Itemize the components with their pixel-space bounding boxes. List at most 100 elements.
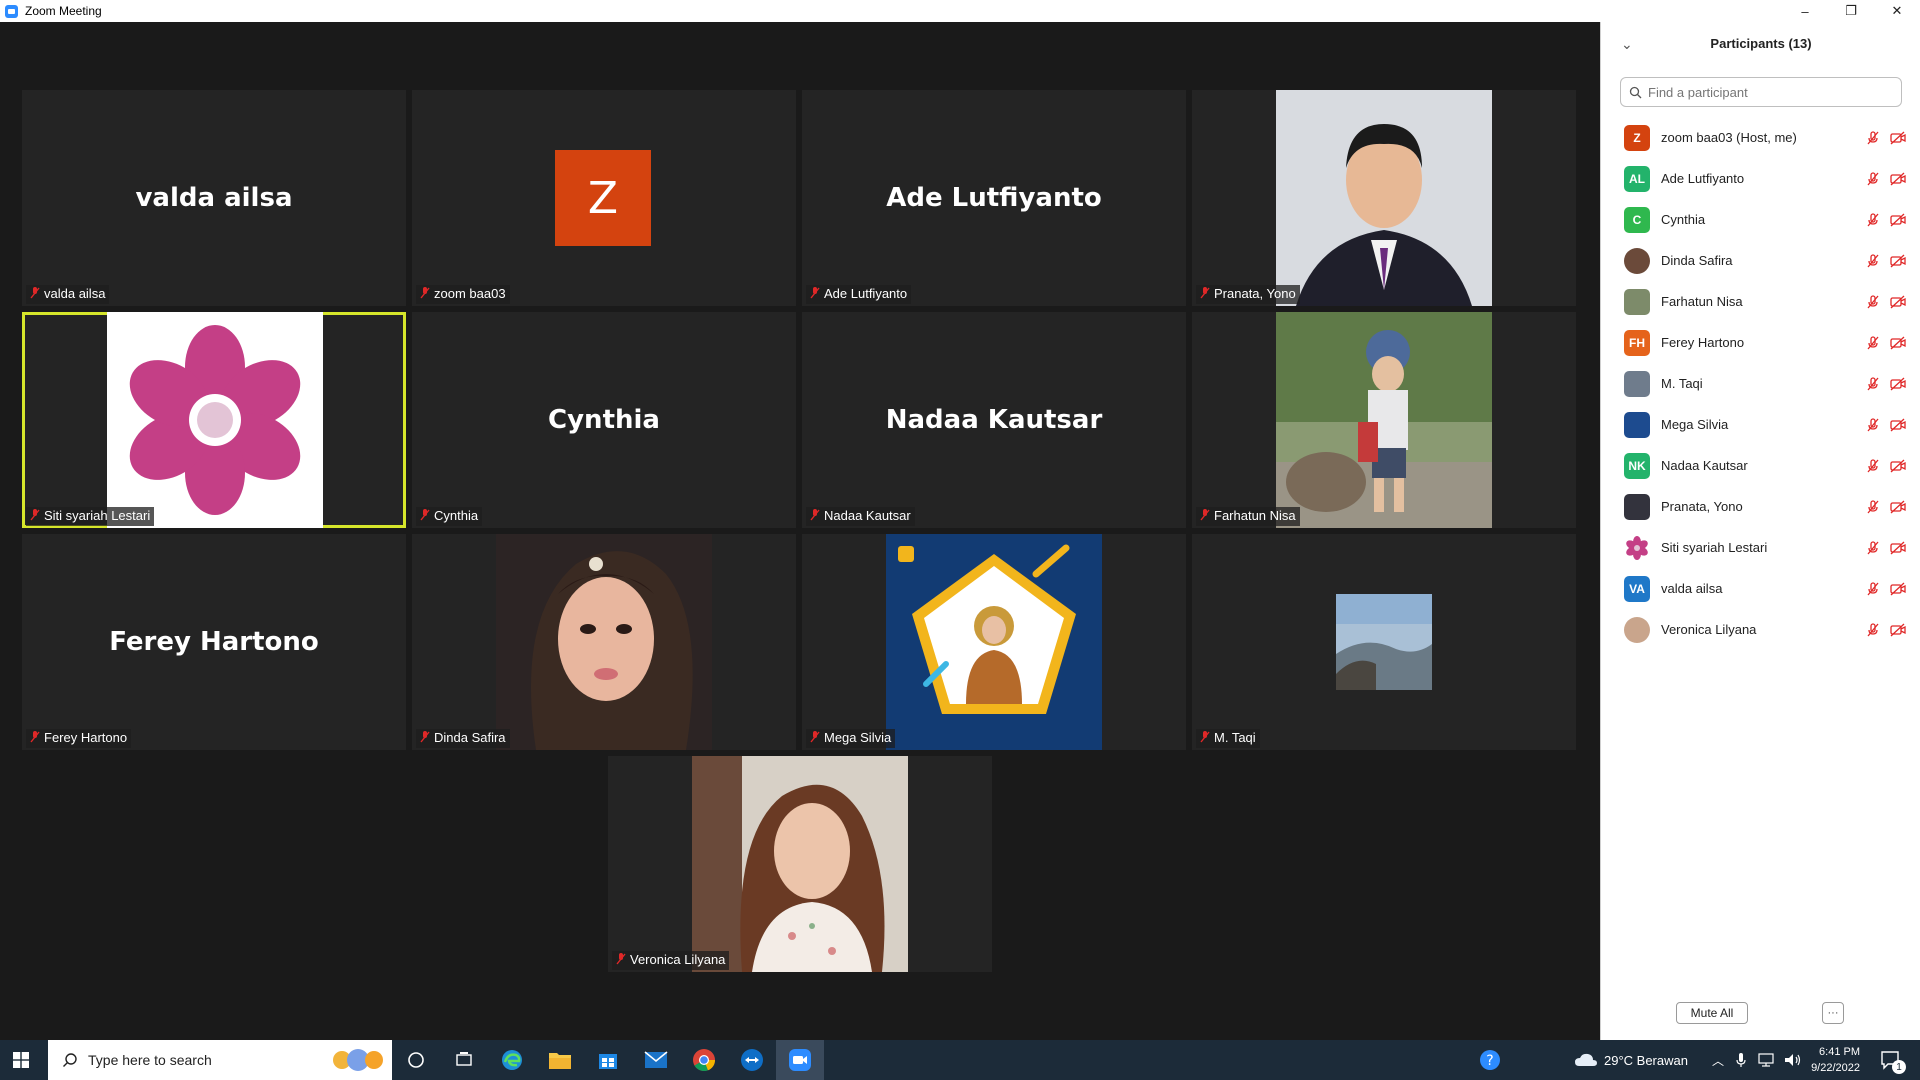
video-tile[interactable]: Z zoom baa03 — [412, 90, 796, 306]
panel-footer: Mute All ··· — [1601, 1002, 1920, 1040]
video-tile[interactable]: Mega Silvia — [802, 534, 1186, 750]
muted-mic-icon — [1200, 509, 1210, 521]
more-options-button[interactable]: ··· — [1822, 1002, 1844, 1024]
participant-name: Cynthia — [1661, 212, 1706, 227]
video-off-icon[interactable] — [1889, 335, 1907, 351]
video-off-icon[interactable] — [1889, 499, 1907, 515]
participant-row[interactable]: Siti syariah Lestari — [1601, 527, 1920, 568]
muted-mic-icon[interactable] — [1865, 417, 1881, 433]
participant-row[interactable]: NK Nadaa Kautsar — [1601, 445, 1920, 486]
video-tile[interactable]: M. Taqi — [1192, 534, 1576, 750]
participant-row[interactable]: Dinda Safira — [1601, 240, 1920, 281]
microphone-icon[interactable] — [1736, 1052, 1746, 1068]
video-off-icon[interactable] — [1889, 540, 1907, 556]
chevron-up-icon[interactable]: ︿ — [1712, 1052, 1724, 1069]
video-tile-active-speaker[interactable]: Siti syariah Lestari — [22, 312, 406, 528]
avatar: Z — [555, 150, 651, 246]
network-icon[interactable] — [1758, 1053, 1774, 1067]
name-tag-label: Ade Lutfiyanto — [824, 286, 908, 301]
participant-name: Mega Silvia — [1661, 417, 1729, 432]
participant-row[interactable]: Pranata, Yono — [1601, 486, 1920, 527]
muted-mic-icon — [1200, 287, 1210, 299]
restore-button[interactable]: ❐ — [1828, 0, 1874, 22]
taskbar-search[interactable]: Type here to search — [48, 1040, 392, 1080]
chrome-taskbar-button[interactable] — [680, 1040, 728, 1080]
video-tile[interactable]: Dinda Safira — [412, 534, 796, 750]
participant-row[interactable]: AL Ade Lutfiyanto — [1601, 158, 1920, 199]
zoom-app-icon — [5, 4, 18, 18]
muted-mic-icon[interactable] — [1865, 540, 1881, 556]
video-tile[interactable]: Farhatun Nisa — [1192, 312, 1576, 528]
avatar: Z — [1624, 124, 1650, 151]
name-tag: Ferey Hartono — [26, 729, 132, 748]
volume-icon[interactable] — [1784, 1053, 1802, 1067]
video-off-icon[interactable] — [1889, 417, 1907, 433]
edge-taskbar-button[interactable] — [488, 1040, 536, 1080]
muted-mic-icon[interactable] — [1865, 581, 1881, 597]
video-tile[interactable]: Ferey Hartono Ferey Hartono — [22, 534, 406, 750]
participant-row[interactable]: Z zoom baa03 (Host, me) — [1601, 117, 1920, 158]
video-off-icon[interactable] — [1889, 581, 1907, 597]
muted-mic-icon[interactable] — [1865, 294, 1881, 310]
video-off-icon[interactable] — [1889, 294, 1907, 310]
zoom-taskbar-button[interactable] — [776, 1040, 824, 1080]
participant-search[interactable] — [1620, 77, 1902, 107]
name-tag-label: Farhatun Nisa — [1214, 508, 1296, 523]
participant-row[interactable]: Mega Silvia — [1601, 404, 1920, 445]
mute-all-button[interactable]: Mute All — [1676, 1002, 1748, 1024]
participants-panel: ⌄ Participants (13) Z zoom baa03 (Host, … — [1600, 22, 1920, 1040]
muted-mic-icon — [810, 287, 820, 299]
help-icon: ? — [1480, 1050, 1500, 1070]
video-tile[interactable]: Veronica Lilyana — [608, 756, 992, 972]
participant-name: Veronica Lilyana — [1661, 622, 1757, 637]
name-tag-label: Dinda Safira — [434, 730, 506, 745]
video-tile[interactable]: Cynthia Cynthia — [412, 312, 796, 528]
muted-mic-icon[interactable] — [1865, 253, 1881, 269]
video-off-icon[interactable] — [1889, 622, 1907, 638]
muted-mic-icon[interactable] — [1865, 499, 1881, 515]
participant-name: Farhatun Nisa — [1661, 294, 1743, 309]
muted-mic-icon — [1200, 731, 1210, 743]
muted-mic-icon — [30, 509, 40, 521]
participant-row[interactable]: C Cynthia — [1601, 199, 1920, 240]
muted-mic-icon[interactable] — [1865, 335, 1881, 351]
profile-photo — [886, 534, 1102, 750]
video-off-icon[interactable] — [1889, 458, 1907, 474]
video-off-icon[interactable] — [1889, 171, 1907, 187]
muted-mic-icon[interactable] — [1865, 212, 1881, 228]
help-tray-button[interactable]: ? — [1466, 1040, 1514, 1080]
weather-widget[interactable]: 29°C Berawan — [1574, 1040, 1688, 1080]
store-taskbar-button[interactable] — [584, 1040, 632, 1080]
participant-row[interactable]: FH Ferey Hartono — [1601, 322, 1920, 363]
video-off-icon[interactable] — [1889, 130, 1907, 146]
video-tile[interactable]: Pranata, Yono — [1192, 90, 1576, 306]
taskbar-clock[interactable]: 6:41 PM 9/22/2022 — [1811, 1044, 1860, 1076]
video-tile[interactable]: valda ailsa valda ailsa — [22, 90, 406, 306]
minimize-button[interactable]: – — [1782, 0, 1828, 22]
file-explorer-taskbar-button[interactable] — [536, 1040, 584, 1080]
search-input[interactable] — [1646, 83, 1890, 101]
notification-center-button[interactable]: 1 — [1866, 1040, 1914, 1080]
participant-row[interactable]: Veronica Lilyana — [1601, 609, 1920, 650]
muted-mic-icon[interactable] — [1865, 171, 1881, 187]
video-tile[interactable]: Nadaa Kautsar Nadaa Kautsar — [802, 312, 1186, 528]
video-off-icon[interactable] — [1889, 212, 1907, 228]
participant-name: Ferey Hartono — [1661, 335, 1745, 350]
task-view-button-2[interactable] — [440, 1040, 488, 1080]
participant-row[interactable]: M. Taqi — [1601, 363, 1920, 404]
muted-mic-icon[interactable] — [1865, 130, 1881, 146]
name-tag: Pranata, Yono — [1196, 285, 1300, 304]
video-off-icon[interactable] — [1889, 376, 1907, 392]
participant-row[interactable]: VA valda ailsa — [1601, 568, 1920, 609]
windows-start-icon[interactable] — [13, 1052, 29, 1068]
task-view-button[interactable] — [392, 1040, 440, 1080]
muted-mic-icon[interactable] — [1865, 376, 1881, 392]
video-tile[interactable]: Ade Lutfiyanto Ade Lutfiyanto — [802, 90, 1186, 306]
participant-row[interactable]: Farhatun Nisa — [1601, 281, 1920, 322]
muted-mic-icon[interactable] — [1865, 458, 1881, 474]
close-button[interactable]: ✕ — [1874, 0, 1920, 22]
mail-taskbar-button[interactable] — [632, 1040, 680, 1080]
video-off-icon[interactable] — [1889, 253, 1907, 269]
muted-mic-icon[interactable] — [1865, 622, 1881, 638]
teamviewer-taskbar-button[interactable] — [728, 1040, 776, 1080]
